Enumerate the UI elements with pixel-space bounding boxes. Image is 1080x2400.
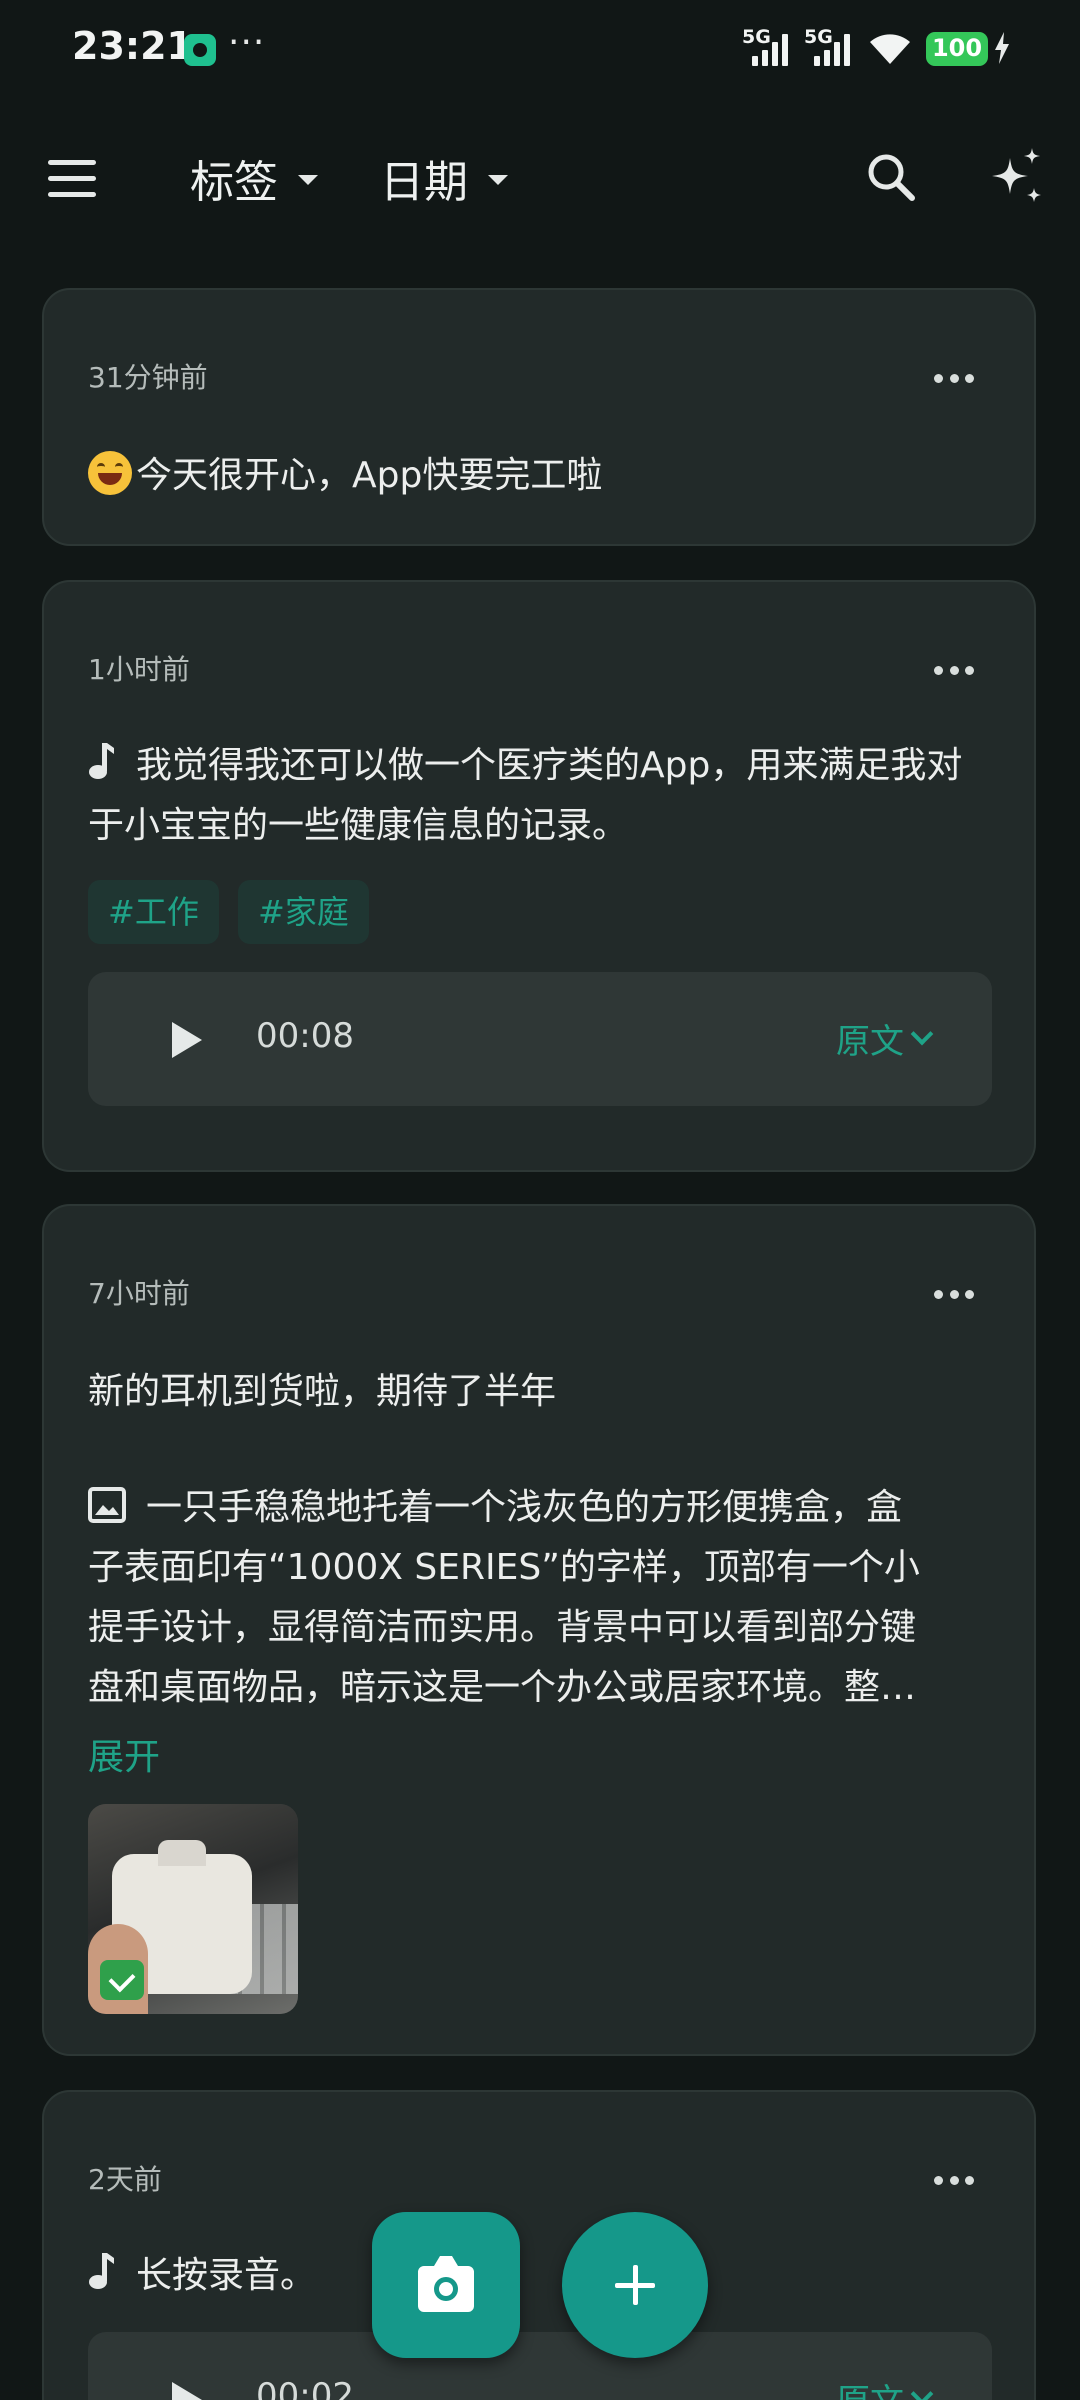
music-note-icon — [89, 743, 114, 779]
note-card[interactable]: 31分钟前 今天很开心，App快要完工啦 — [42, 288, 1036, 546]
note-timestamp: 31分钟前 — [88, 361, 208, 394]
note-text-row: 今天很开心，App快要完工啦 — [88, 446, 988, 506]
charging-icon — [995, 32, 1009, 64]
note-text-row: 长按录音。 — [88, 2246, 988, 2306]
show-original-button[interactable]: 原文 — [836, 1014, 934, 1063]
date-filter-label: 日期 — [380, 157, 468, 208]
image-description-line-4: 盘和桌面物品，暗示这是一个办公或居家环境。整… — [88, 1667, 917, 1708]
show-original-label: 原文 — [836, 1022, 904, 1062]
show-original-label: 原文 — [836, 2374, 904, 2400]
audio-duration: 00:02 — [256, 2376, 354, 2400]
image-description-line-1: 一只手稳稳地托着一个浅灰色的方形便携盒，盒 — [88, 1478, 988, 1538]
wifi-icon — [870, 34, 910, 64]
more-options-icon[interactable] — [934, 374, 974, 384]
note-timestamp: 7小时前 — [88, 1277, 190, 1310]
tag-filter-dropdown[interactable]: 标签 — [190, 146, 318, 210]
add-note-button[interactable] — [562, 2212, 708, 2358]
note-card[interactable]: 1小时前 我觉得我还可以做一个医疗类的App，用来满足我对于小宝宝的一些健康信息… — [42, 580, 1036, 1172]
chevron-down-icon — [488, 175, 508, 185]
note-card[interactable]: 2天前 长按录音。 00:02 原文 — [42, 2090, 1036, 2400]
audio-player: 00:02 原文 — [88, 2332, 992, 2400]
show-original-button[interactable]: 原文 — [836, 2374, 934, 2400]
note-card[interactable]: 7小时前 新的耳机到货啦，期待了半年 一只手稳稳地托着一个浅灰色的方形便携盒，盒… — [42, 1204, 1036, 2056]
more-options-icon[interactable] — [934, 2176, 974, 2186]
chevron-down-icon — [910, 1022, 934, 1045]
note-text: 我觉得我还可以做一个医疗类的App，用来满足我对于小宝宝的一些健康信息的记录。 — [88, 745, 963, 846]
battery-icon: 100 — [926, 32, 988, 66]
signal-icon-1: 5G — [742, 26, 794, 68]
date-filter-dropdown[interactable]: 日期 — [380, 146, 508, 210]
note-text: 今天很开心，App快要完工啦 — [136, 455, 603, 496]
photo-thumbnail[interactable] — [88, 1804, 298, 2014]
status-more-indicator: ··· — [228, 22, 266, 63]
note-text: 新的耳机到货啦，期待了半年 — [88, 1371, 557, 1412]
chevron-down-icon — [298, 175, 318, 185]
play-icon[interactable] — [172, 1022, 202, 1058]
note-text-row: 我觉得我还可以做一个医疗类的App，用来满足我对于小宝宝的一些健康信息的记录。 — [88, 736, 988, 856]
tag-chip-work[interactable]: #工作 — [88, 880, 219, 944]
menu-icon[interactable] — [48, 160, 98, 200]
image-description-line-3: 提手设计，显得简洁而实用。背景中可以看到部分键 — [88, 1607, 917, 1648]
audio-player: 00:08 原文 — [88, 972, 992, 1106]
music-note-icon — [89, 2253, 114, 2289]
camera-icon — [418, 2256, 474, 2312]
ai-sparkle-icon[interactable] — [984, 146, 1048, 210]
more-options-icon[interactable] — [934, 666, 974, 676]
screen: 23:21 ··· 5G 5G 100 标签 日期 31分钟前 今天很开心，Ap… — [0, 0, 1080, 2400]
note-timestamp: 1小时前 — [88, 653, 190, 686]
signal-2-label: 5G — [804, 26, 833, 48]
image-description: 一只手稳稳地托着一个浅灰色的方形便携盒，盒 子表面印有“1000X SERIES… — [88, 1478, 988, 1718]
image-description-line-2: 子表面印有“1000X SERIES”的字样，顶部有一个小 — [88, 1547, 920, 1588]
grinning-emoji-icon — [88, 451, 132, 495]
camera-button[interactable] — [372, 2212, 520, 2358]
check-badge-icon — [100, 1960, 144, 2000]
expand-link[interactable]: 展开 — [88, 1728, 160, 1780]
top-app-bar: 标签 日期 — [0, 120, 1080, 240]
play-icon[interactable] — [172, 2382, 202, 2400]
tag-chip-family[interactable]: #家庭 — [238, 880, 369, 944]
image-icon — [88, 1487, 126, 1523]
app-notification-icon — [184, 34, 216, 66]
signal-icon-2: 5G — [804, 26, 856, 68]
chevron-down-icon — [910, 2382, 934, 2400]
signal-1-label: 5G — [742, 26, 771, 48]
status-time: 23:21 — [72, 24, 193, 68]
tag-filter-label: 标签 — [190, 157, 278, 208]
audio-duration: 00:08 — [256, 1016, 354, 1056]
note-text: 长按录音。 — [136, 2255, 317, 2296]
search-icon[interactable] — [864, 150, 920, 206]
note-timestamp: 2天前 — [88, 2163, 162, 2196]
status-bar: 23:21 ··· 5G 5G 100 — [0, 0, 1080, 100]
more-options-icon[interactable] — [934, 1290, 974, 1300]
battery-level: 100 — [931, 34, 983, 62]
